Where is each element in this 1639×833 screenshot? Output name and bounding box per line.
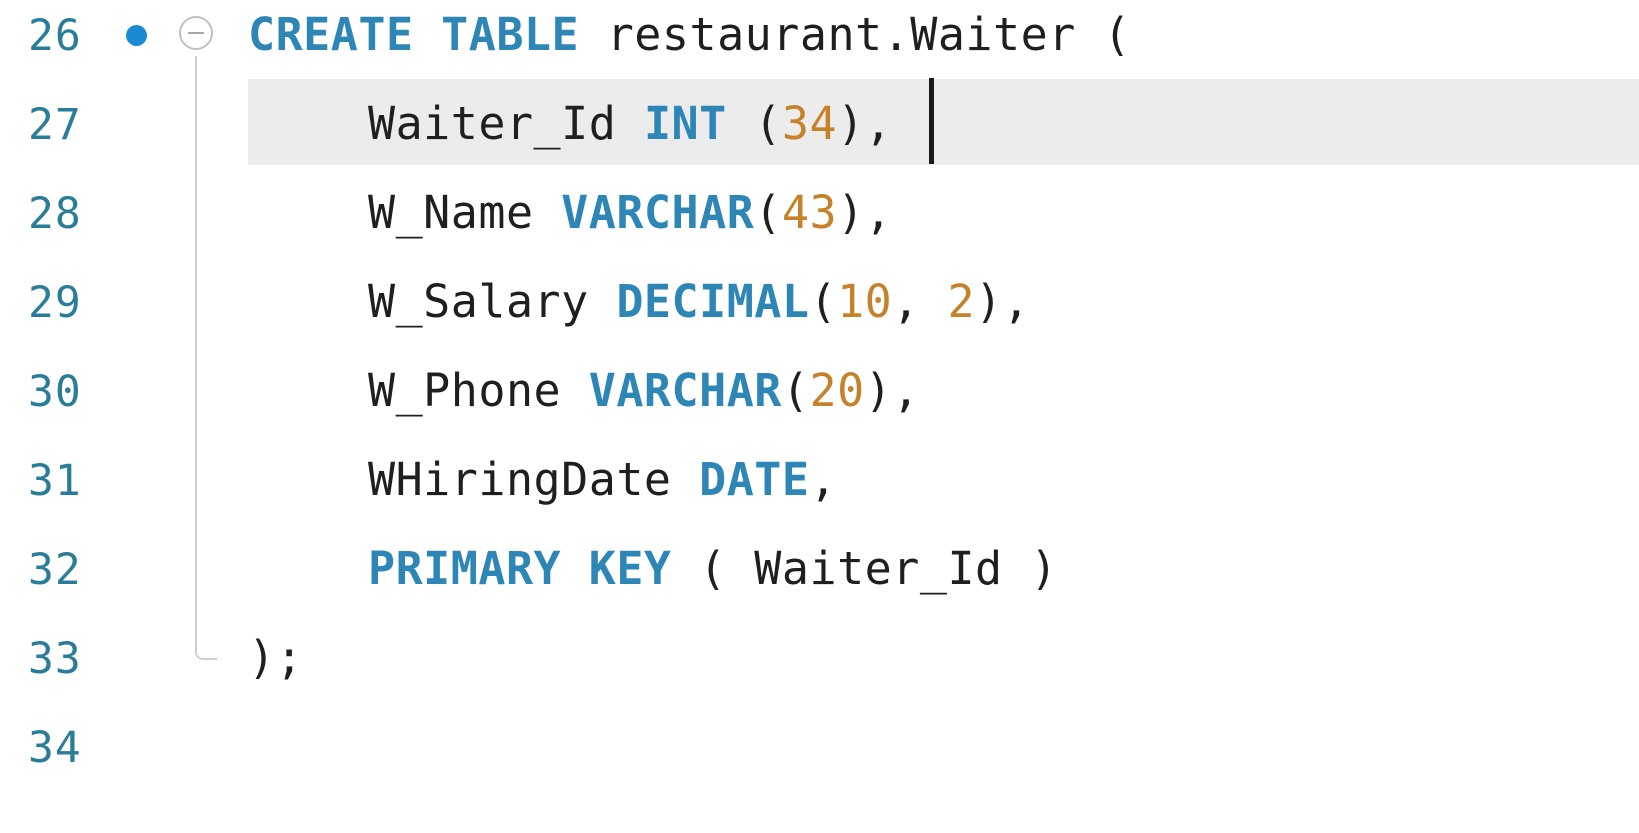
code-line-30[interactable]: 30 W_Phone VARCHAR(20), [0,356,1639,449]
code-line-34[interactable]: 34 [0,712,1639,805]
identifier-token: Waiter_Id [368,97,644,150]
keyword-token: INT [643,97,727,150]
punct-token: ), [837,186,893,239]
punct-token: ), [864,364,920,417]
punct-token: ( [809,275,838,328]
punct-token: ( [781,364,810,417]
keyword-token: VARCHAR [588,364,782,417]
line-number[interactable]: 26 [28,12,98,60]
number-token: 34 [781,97,838,150]
code-line-27[interactable]: 27 Waiter_Id INT (34), [0,89,1639,182]
code-editor[interactable]: 26 CREATE TABLE restaurant.Waiter ( 27 W… [0,0,1639,833]
code-text[interactable]: WHiringDate DATE, [368,455,837,505]
line-number[interactable]: 34 [28,724,98,772]
code-line-33[interactable]: 33 ); [0,623,1639,716]
identifier-token: ( Waiter_Id ) [671,542,1058,595]
code-line-26[interactable]: 26 CREATE TABLE restaurant.Waiter ( [0,0,1639,93]
keyword-token: DECIMAL [616,275,810,328]
line-number[interactable]: 28 [28,190,98,238]
line-number[interactable]: 32 [28,546,98,594]
number-token: 43 [781,186,838,239]
identifier-token: W_Name [368,186,562,239]
code-line-31[interactable]: 31 WHiringDate DATE, [0,445,1639,538]
code-text[interactable]: ); [248,633,303,683]
keyword-token: VARCHAR [561,186,755,239]
code-text[interactable]: Waiter_Id INT (34), [368,99,892,149]
punct-token: ( [754,186,782,239]
punct-token: , [809,453,838,506]
identifier-token: WHiringDate [368,453,700,506]
code-text[interactable]: W_Name VARCHAR(43), [368,188,892,238]
code-text[interactable]: W_Salary DECIMAL(10, 2), [368,277,1030,327]
line-number[interactable]: 31 [28,457,98,505]
keyword-token: DATE [699,453,810,506]
code-line-32[interactable]: 32 PRIMARY KEY ( Waiter_Id ) [0,534,1639,627]
number-token: 10 [837,275,893,328]
code-line-28[interactable]: 28 W_Name VARCHAR(43), [0,178,1639,271]
line-number[interactable]: 27 [28,101,98,149]
code-text[interactable]: CREATE TABLE restaurant.Waiter ( [248,10,1131,60]
keyword-token: KEY [588,542,672,595]
collapse-minus-icon[interactable] [179,16,213,50]
punct-token: ), [975,275,1031,328]
keyword-token: TABLE [441,8,580,61]
identifier-token: W_Phone [368,364,589,417]
identifier-token: W_Salary [368,275,617,328]
number-token: 2 [947,275,976,328]
punct-token: ); [248,631,304,684]
identifier-token: restaurant.Waiter ( [579,8,1131,61]
line-number[interactable]: 30 [28,368,98,416]
punct-token: , [892,275,948,328]
keyword-token: CREATE [248,8,414,61]
code-line-29[interactable]: 29 W_Salary DECIMAL(10, 2), [0,267,1639,360]
text-cursor [929,78,934,164]
breakpoint-dot-icon[interactable] [126,25,147,46]
number-token: 20 [809,364,865,417]
punct-token: ( [726,97,782,150]
line-number[interactable]: 29 [28,279,98,327]
code-text[interactable]: PRIMARY KEY ( Waiter_Id ) [368,544,1058,594]
line-number[interactable]: 33 [28,635,98,683]
code-text[interactable]: W_Phone VARCHAR(20), [368,366,920,416]
keyword-token: PRIMARY [368,542,562,595]
punct-token: ), [837,97,893,150]
